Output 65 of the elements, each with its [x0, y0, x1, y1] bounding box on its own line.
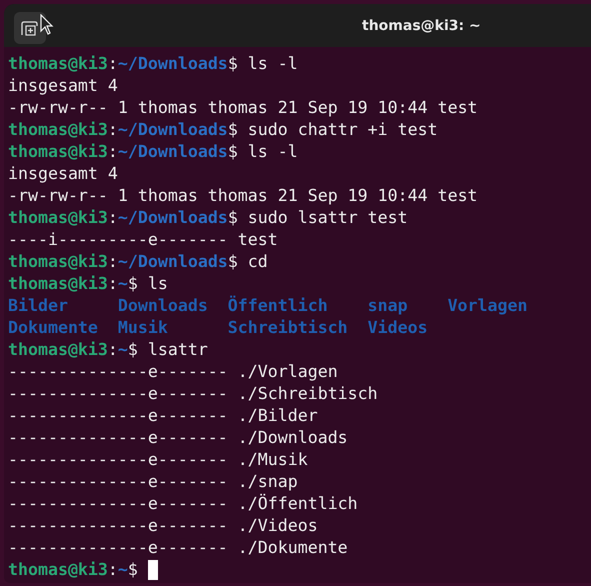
prompt-separator: : — [108, 273, 118, 295]
new-tab-icon — [21, 20, 39, 36]
directory-name: Bilder — [8, 295, 68, 317]
prompt-user: thomas@ki3 — [8, 559, 108, 581]
prompt-separator: : — [108, 207, 118, 229]
output-text: --------------e------- ./snap — [8, 471, 298, 493]
prompt-user: thomas@ki3 — [8, 273, 108, 295]
directory-name: snap — [368, 295, 408, 317]
prompt-symbol: $ — [228, 53, 238, 75]
command-text: ls -l — [248, 53, 298, 75]
directory-name: Dokumente — [8, 317, 98, 339]
directory-name: Musik — [118, 317, 168, 339]
prompt-symbol: $ — [228, 141, 238, 163]
prompt-path: ~/Downloads — [118, 141, 228, 163]
prompt-user: thomas@ki3 — [8, 251, 108, 273]
prompt-user: thomas@ki3 — [8, 53, 108, 75]
prompt-path: ~ — [118, 339, 128, 361]
output-text: insgesamt 4 — [8, 75, 118, 97]
output-text: --------------e------- ./Schreibtisch — [8, 383, 378, 405]
prompt-separator: : — [108, 339, 118, 361]
prompt-path: ~/Downloads — [118, 251, 228, 273]
command-text: ls — [148, 273, 168, 295]
window-title: thomas@ki3: ~ — [362, 18, 481, 34]
output-text: --------------e------- ./Musik — [8, 449, 308, 471]
output-text: -rw-rw-r-- 1 thomas thomas 21 Sep 19 10:44 test — [8, 97, 478, 119]
prompt-user: thomas@ki3 — [8, 119, 108, 141]
pointer-icon — [40, 14, 54, 36]
command-text: lsattr — [148, 339, 208, 361]
prompt-separator: : — [108, 119, 118, 141]
output-text: --------------e------- ./Videos — [8, 515, 318, 537]
output-text: --------------e------- ./Öffentlich — [8, 493, 358, 515]
output-text: --------------e------- ./Bilder — [8, 405, 318, 427]
prompt-user: thomas@ki3 — [8, 339, 108, 361]
prompt-path: ~ — [118, 273, 128, 295]
command-text: cd — [248, 251, 268, 273]
command-text: sudo lsattr test — [248, 207, 408, 229]
directory-name: Videos — [368, 317, 428, 339]
output-text: ----i---------e------- test — [8, 229, 278, 251]
output-text: --------------e------- ./Downloads — [8, 427, 348, 449]
prompt-separator: : — [108, 53, 118, 75]
output-text: -rw-rw-r-- 1 thomas thomas 21 Sep 19 10:44 test — [8, 185, 478, 207]
prompt-separator: : — [108, 251, 118, 273]
prompt-path: ~ — [118, 559, 128, 581]
directory-name: Schreibtisch — [228, 317, 348, 339]
prompt-user: thomas@ki3 — [8, 141, 108, 163]
command-text: sudo chattr +i test — [248, 119, 438, 141]
output-text: --------------e------- ./Vorlagen — [8, 361, 338, 383]
prompt-symbol: $ — [128, 339, 138, 361]
command-text: ls -l — [248, 141, 298, 163]
directory-name: Öffentlich — [228, 295, 328, 317]
prompt-user: thomas@ki3 — [8, 207, 108, 229]
prompt-path: ~/Downloads — [118, 119, 228, 141]
prompt-symbol: $ — [228, 207, 238, 229]
prompt-path: ~/Downloads — [118, 207, 228, 229]
output-text: --------------e------- ./Dokumente — [8, 537, 348, 559]
prompt-symbol: $ — [128, 559, 138, 581]
output-text: insgesamt 4 — [8, 163, 118, 185]
prompt-separator: : — [108, 559, 118, 581]
prompt-symbol: $ — [228, 119, 238, 141]
prompt-path: ~/Downloads — [118, 53, 228, 75]
directory-name: Vorlagen — [448, 295, 528, 317]
prompt-symbol: $ — [228, 251, 238, 273]
directory-name: Downloads — [118, 295, 208, 317]
prompt-symbol: $ — [128, 273, 138, 295]
prompt-separator: : — [108, 141, 118, 163]
